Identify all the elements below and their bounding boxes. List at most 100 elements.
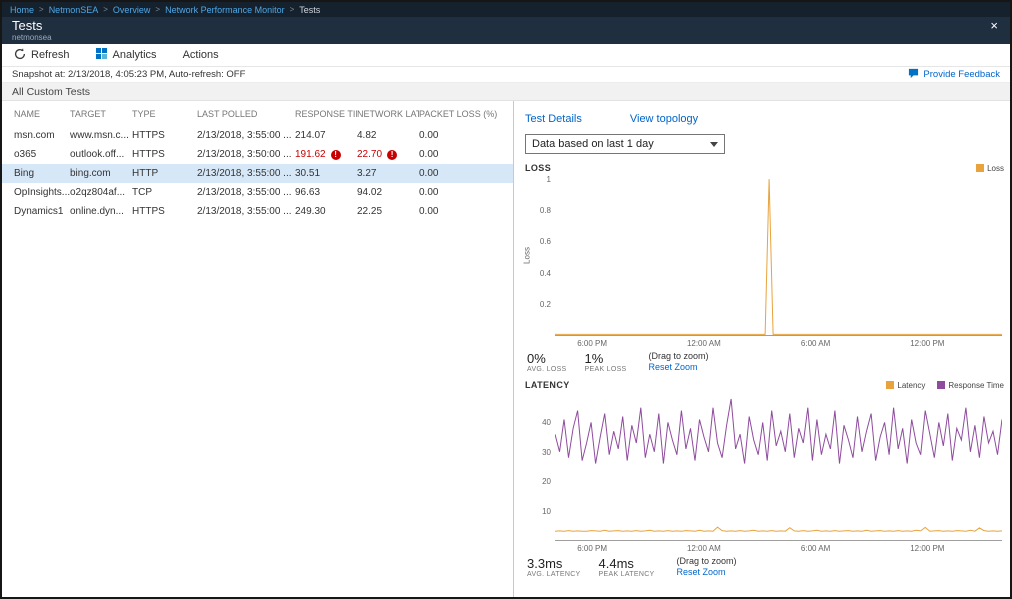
x-tick-label: 12:00 PM [910,544,944,553]
type-cell: TCP [132,187,197,198]
stat-label: AVG. LOSS [527,366,567,373]
column-header[interactable]: TARGET [70,109,132,119]
refresh-label: Refresh [31,49,70,61]
test-details-link[interactable]: Test Details [525,113,582,125]
refresh-button[interactable]: Refresh [14,48,70,63]
breadcrumb-item[interactable]: NetmonSEA [49,5,99,15]
response-time-cell: 96.63 [295,187,357,198]
view-topology-link[interactable]: View topology [630,113,698,125]
table-row[interactable]: o365outlook.off...HTTPS2/13/2018, 3:50:0… [2,145,513,164]
stat-value: 0% [527,351,567,366]
feedback-label: Provide Feedback [923,69,1000,80]
loss-chart: LOSS Loss Loss 0.20.40.60.816:00 PM12:00… [525,163,1004,373]
y-tick-label: 0.4 [529,269,551,278]
last-polled: 2/13/2018, 3:50:00 ... [197,149,292,160]
chart-title: LOSS [525,163,551,173]
y-tick-label: 1 [529,175,551,184]
x-tick-label: 12:00 PM [910,339,944,348]
section-title: All Custom Tests [12,86,90,98]
test-name-cell: OpInsights... [2,187,70,198]
chart-stats: 3.3msAVG. LATENCY4.4msPEAK LATENCY(Drag … [527,556,1004,578]
table-row[interactable]: msn.com www.msn.c...HTTPS2/13/2018, 3:55:… [2,126,513,145]
test-name: msn.com [14,130,55,141]
close-icon[interactable]: × [988,19,1000,44]
target: bing.com [70,168,111,179]
breadcrumb-item[interactable]: Network Performance Monitor [165,5,285,15]
x-tick-label: 12:00 AM [687,339,721,348]
network-latency-cell: 4.82 [357,130,419,141]
packet-loss: 0.00 [419,168,438,179]
target-cell: bing.com [70,168,132,179]
provide-feedback-link[interactable]: Provide Feedback [908,68,1000,82]
response-time-cell: 214.07 [295,130,357,141]
response-time: 249.30 [295,206,326,217]
breadcrumb-item[interactable]: Overview [113,5,151,15]
chart-legend: Loss [976,164,1004,173]
breadcrumb-item[interactable]: Home [10,5,34,15]
tests-table-panel: NAMETARGET TYPE LAST POLLEDRESPONSE TIM...… [2,101,513,597]
table-header: NAMETARGET TYPE LAST POLLEDRESPONSE TIM...… [2,101,513,126]
alert-icon: ! [331,150,341,160]
legend-item: Loss [976,164,1004,173]
loss-line [555,179,1002,334]
test-name-cell: Bing [2,168,70,179]
legend-item: Latency [886,381,925,390]
column-header[interactable]: NETWORK LATE... [357,109,419,119]
response-time: 214.07 [295,130,326,141]
details-links: Test Details View topology [525,113,1004,125]
network-latency-cell: 22.25 [357,206,419,217]
table-body: msn.comwww.msn.c...HTTPS2/13/2018, 3:55:… [2,126,513,221]
snapshot-text: Snapshot at: 2/13/2018, 4:05:23 PM, Auto… [12,69,245,80]
chart-stat: 3.3msAVG. LATENCY [527,556,581,578]
last-polled-cell: 2/13/2018, 3:50:00 ... [197,149,295,160]
latency-chart: LATENCY LatencyResponse Time 102030406:0… [525,380,1004,578]
packet-loss-cell: 0.00 [419,130,499,141]
reset-zoom-link[interactable]: Reset Zoom [677,567,737,578]
last-polled-cell: 2/13/2018, 3:55:00 ... [197,130,295,141]
table-row[interactable]: Bingbing.comHTTP2/13/2018, 3:55:00 ...30… [2,164,513,183]
target: o2qz804af... [70,187,125,198]
page-title: Tests [12,19,52,33]
tests-blade: Home>NetmonSEA>Overview>Network Performa… [0,0,1012,599]
column-header[interactable]: RESPONSE TIM...↓ [295,109,357,119]
loss-plot-area[interactable]: Loss 0.20.40.60.816:00 PM12:00 AM6:00 AM… [555,176,1002,336]
snapshot-bar: Snapshot at: 2/13/2018, 4:05:23 PM, Auto… [2,67,1010,83]
column-header[interactable]: TYPE [132,109,197,119]
packet-loss-cell: 0.00 [419,168,499,179]
column-header-label: TARGET [70,109,106,119]
feedback-icon [908,68,919,82]
time-range-select[interactable]: Data based on last 1 day [525,134,725,154]
x-tick-label: 6:00 PM [577,339,607,348]
content-area: NAMETARGET TYPE LAST POLLEDRESPONSE TIM...… [2,101,1010,597]
column-header[interactable]: NAME [2,109,70,119]
packet-loss-cell: 0.00 [419,149,499,160]
column-header[interactable]: LAST POLLED [197,109,295,119]
stat-value: 3.3ms [527,556,581,571]
target: www.msn.c... [70,130,129,141]
actions-button[interactable]: Actions [183,49,219,61]
stat-value: 4.4ms [599,556,655,571]
latency-plot-area[interactable]: 102030406:00 PM12:00 AM6:00 AM12:00 PM [555,393,1002,541]
zoom-hint-box: (Drag to zoom)Reset Zoom [649,351,709,373]
reset-zoom-link[interactable]: Reset Zoom [649,362,709,373]
time-range-value: Data based on last 1 day [532,138,654,150]
packet-loss: 0.00 [419,149,438,160]
type-cell: HTTPS [132,130,197,141]
test-name: Bing [14,168,34,179]
analytics-button[interactable]: Analytics [96,48,157,63]
type-cell: HTTPS [132,149,197,160]
column-header-label: TYPE [132,109,156,119]
target-cell: online.dyn... [70,206,132,217]
response-time: 96.63 [295,187,320,198]
section-header: All Custom Tests [2,83,1010,101]
table-row[interactable]: Dynamics1online.dyn...HTTPS2/13/2018, 3:… [2,202,513,221]
type-cell: HTTPS [132,206,197,217]
x-tick-label: 6:00 AM [801,544,830,553]
type: TCP [132,187,152,198]
column-header[interactable]: PACKET LOSS (%) [419,109,499,119]
target-cell: outlook.off... [70,149,132,160]
y-tick-label: 30 [529,448,551,457]
table-row[interactable]: OpInsights...o2qz804af...TCP2/13/2018, 3… [2,183,513,202]
network-latency: 3.27 [357,168,376,179]
response-time-cell: 249.30 [295,206,357,217]
